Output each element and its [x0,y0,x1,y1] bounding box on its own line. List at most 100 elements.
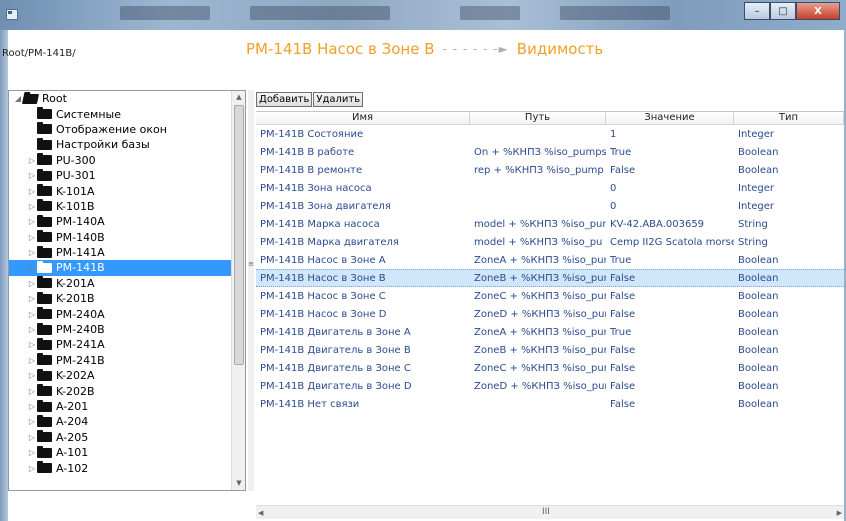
tree-item[interactable]: ▷ K-101B [9,199,233,214]
table-cell[interactable]: ZoneB + %КНПЗ %iso_pur [470,345,606,356]
column-header[interactable]: Тип [734,112,844,124]
table-cell[interactable]: PM-141B Марка двигателя [256,237,470,248]
table-cell[interactable]: On + %КНПЗ %iso_pumps [470,147,606,158]
table-row[interactable]: PM-141B Насос в Зоне B ZoneB + %КНПЗ %iso… [256,269,844,287]
table-row[interactable]: PM-141B Двигатель в Зоне B ZoneB + %КНПЗ … [256,341,844,359]
table-cell[interactable]: Boolean [734,327,844,338]
column-header[interactable]: Имя [256,112,470,124]
tree-item[interactable]: ▷ K-101A [9,183,233,198]
add-button[interactable]: Добавить [256,92,313,107]
table-cell[interactable]: model + %КНПЗ %iso_pu [470,237,606,248]
splitter-grip-icon[interactable]: ≡ [248,260,254,268]
expand-arrow-icon[interactable]: ▷ [27,355,37,365]
expand-arrow-icon[interactable]: ▷ [27,263,37,273]
expand-arrow-icon[interactable]: ▷ [27,201,37,211]
tree-item[interactable]: Системные [9,106,233,121]
expand-arrow-icon[interactable]: ▷ [27,278,37,288]
expand-arrow-icon[interactable]: ▷ [27,186,37,196]
data-grid[interactable]: Имя Путь Значение Тип PM-141B Состояние 1 Int… [256,111,844,491]
tree-item[interactable]: Настройки базы [9,137,233,152]
tree-item[interactable]: ▷ A-205 [9,430,233,445]
tree-item[interactable]: ▷ PM-241B [9,353,233,368]
scroll-thumb[interactable] [234,105,244,365]
tree-item[interactable]: ▷ PM-140A [9,214,233,229]
table-cell[interactable]: Boolean [734,345,844,356]
table-cell[interactable]: ZoneC + %КНПЗ %iso_pur [470,291,606,302]
table-row[interactable]: PM-141B Насос в Зоне C ZoneC + %КНПЗ %iso… [256,287,844,305]
tree-item[interactable]: ▷ A-102 [9,460,233,475]
tree-view[interactable]: ◢ Root Системные Отображение окон Настройки … [8,90,246,491]
table-cell[interactable]: Boolean [734,381,844,392]
expand-arrow-icon[interactable]: ▷ [27,309,37,319]
scroll-up-icon[interactable]: ▲ [232,91,245,104]
tree-item[interactable]: ▷ PU-301 [9,168,233,183]
table-row[interactable]: PM-141B Двигатель в Зоне C ZoneC + %КНПЗ … [256,359,844,377]
splitter[interactable]: ≡ [248,90,254,491]
minimize-button[interactable]: – [744,2,770,20]
table-cell[interactable]: ZoneD + %КНПЗ %iso_pur [470,309,606,320]
table-cell[interactable]: ZoneC + %КНПЗ %iso_pur [470,363,606,374]
table-cell[interactable]: False [606,309,734,320]
table-cell[interactable]: rep + %КНПЗ %iso_pump [470,165,606,176]
table-cell[interactable]: Cemp II2G Scatola morset [606,237,734,248]
table-cell[interactable]: False [606,273,734,284]
table-row[interactable]: PM-141B Нет связи False Boolean [256,395,844,413]
table-row[interactable]: PM-141B В работе On + %КНПЗ %iso_pumps Tru… [256,143,844,161]
table-cell[interactable]: True [606,327,734,338]
table-cell[interactable]: False [606,291,734,302]
table-cell[interactable]: False [606,363,734,374]
tree-item[interactable]: ▷ A-204 [9,414,233,429]
grid-horizontal-scrollbar[interactable]: ◀ III ▶ [256,505,844,519]
table-cell[interactable]: Integer [734,183,844,194]
table-cell[interactable]: Boolean [734,147,844,158]
table-cell[interactable]: PM-141B Насос в Зоне D [256,309,470,320]
expand-arrow-icon[interactable]: ▷ [27,340,37,350]
expand-arrow-icon[interactable] [27,140,37,150]
expand-arrow-icon[interactable]: ▷ [27,248,37,258]
expand-arrow-icon[interactable]: ▷ [27,171,37,181]
close-button[interactable]: X [796,2,840,20]
table-cell[interactable]: Boolean [734,363,844,374]
tree-item[interactable]: ▷ K-201B [9,291,233,306]
scroll-down-icon[interactable]: ▼ [232,477,245,490]
table-cell[interactable]: True [606,255,734,266]
table-cell[interactable]: ZoneD + %КНПЗ %iso_pur [470,381,606,392]
scroll-left-icon[interactable]: ◀ [258,506,263,520]
table-cell[interactable]: False [606,345,734,356]
expand-arrow-icon[interactable] [27,109,37,119]
tree-item[interactable]: ▷ PM-141A [9,245,233,260]
tree-item[interactable]: ▷ PM-140B [9,230,233,245]
table-row[interactable]: PM-141B Зона двигателя 0 Integer [256,197,844,215]
table-cell[interactable]: Integer [734,129,844,140]
expand-arrow-icon[interactable]: ▷ [27,402,37,412]
table-cell[interactable]: Integer [734,201,844,212]
table-cell[interactable]: ZoneA + %КНПЗ %iso_pur [470,255,606,266]
table-cell[interactable]: Boolean [734,255,844,266]
table-row[interactable]: PM-141B Марка насоса model + %КНПЗ %iso_p… [256,215,844,233]
tree-item[interactable]: ▷ K-202B [9,383,233,398]
table-cell[interactable]: PM-141B В ремонте [256,165,470,176]
table-cell[interactable]: model + %КНПЗ %iso_pur [470,219,606,230]
table-cell[interactable]: 0 [606,183,734,194]
expand-arrow-icon[interactable]: ▷ [27,294,37,304]
table-cell[interactable]: PM-141B Зона насоса [256,183,470,194]
maximize-button[interactable]: □ [770,2,796,20]
table-row[interactable]: PM-141B Насос в Зоне D ZoneD + %КНПЗ %iso… [256,305,844,323]
column-header[interactable]: Путь [470,112,606,124]
table-cell[interactable]: ZoneB + %КНПЗ %iso_pur [470,273,606,284]
tree-item[interactable]: ▷ K-202A [9,368,233,383]
delete-button[interactable]: Удалить [313,92,364,107]
table-cell[interactable]: 1 [606,129,734,140]
tree-item[interactable]: ▷ PM-240B [9,322,233,337]
table-cell[interactable]: PM-141B Двигатель в Зоне B [256,345,470,356]
table-cell[interactable]: PM-141B Насос в Зоне C [256,291,470,302]
tree-item[interactable]: ◢ Root [9,91,233,106]
table-row[interactable]: PM-141B Насос в Зоне A ZoneA + %КНПЗ %iso… [256,251,844,269]
tree-item[interactable]: ▷ A-101 [9,445,233,460]
table-cell[interactable]: PM-141B Двигатель в Зоне A [256,327,470,338]
table-cell[interactable]: Boolean [734,309,844,320]
tree-item[interactable]: ▷ A-201 [9,399,233,414]
table-cell[interactable]: KV-42.ABA.003659 [606,219,734,230]
table-cell[interactable]: ZoneA + %КНПЗ %iso_pur [470,327,606,338]
table-cell[interactable]: String [734,219,844,230]
